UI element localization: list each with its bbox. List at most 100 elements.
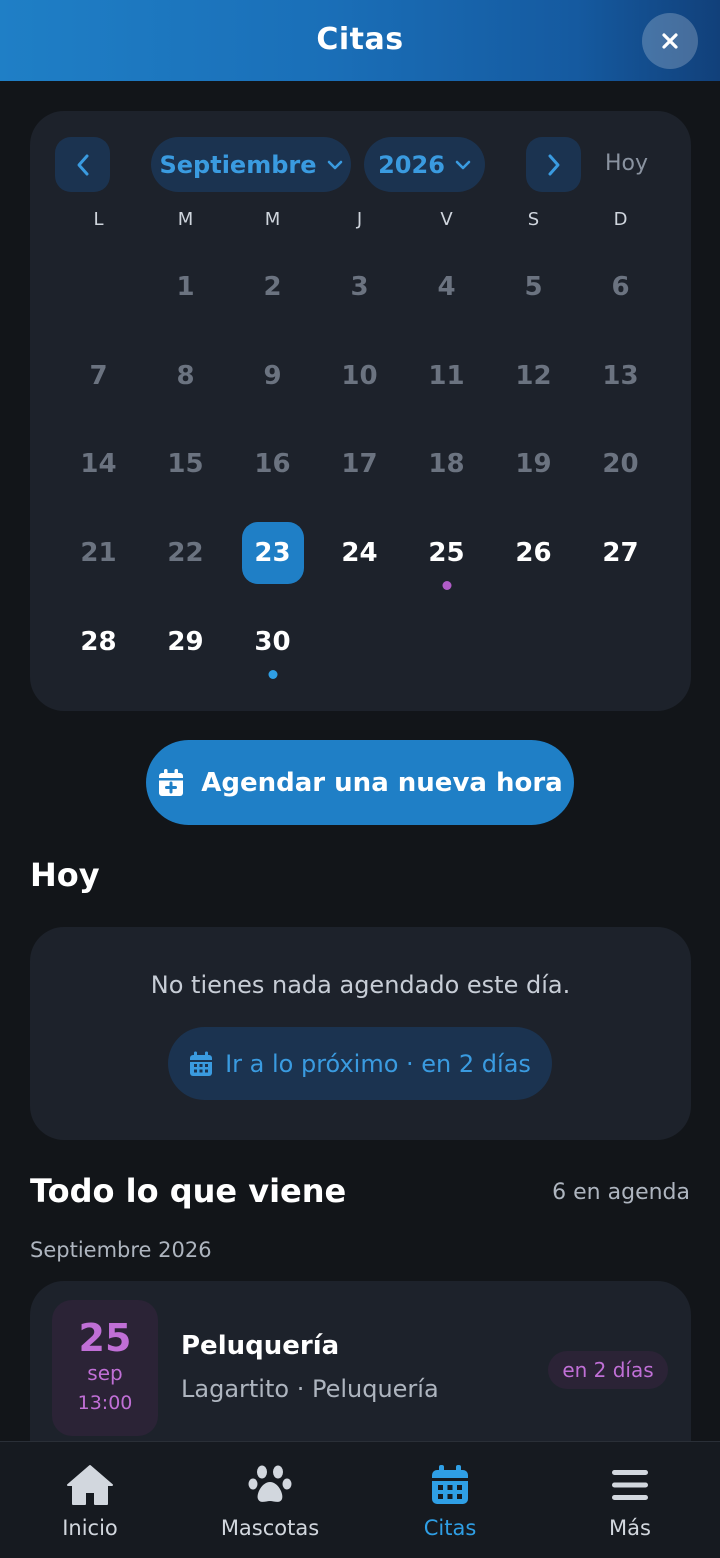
calendar-day[interactable]: 22	[142, 509, 229, 598]
calendar-day-number: 17	[341, 449, 378, 480]
page-title: Citas	[316, 22, 404, 57]
close-button[interactable]	[642, 13, 698, 69]
calendar-day-number: 4	[437, 272, 456, 303]
calendar-day[interactable]: 4	[403, 243, 490, 332]
calendar-day[interactable]: 3	[316, 243, 403, 332]
app-header: Citas	[0, 0, 720, 81]
nav-item-inicio[interactable]: Inicio	[0, 1442, 180, 1558]
appointment-relative-badge: en 2 días	[548, 1351, 668, 1389]
appointment-indicator-dot	[442, 581, 451, 591]
calendar-day[interactable]: 18	[403, 420, 490, 509]
calendar-day-number: 3	[350, 272, 369, 303]
calendar-day[interactable]: 19	[490, 420, 577, 509]
go-to-next-label: Ir a lo próximo · en 2 días	[225, 1049, 531, 1078]
calendar-day[interactable]: 9	[229, 332, 316, 421]
upcoming-month-label: Septiembre 2026	[30, 1238, 212, 1262]
nav-item-mas[interactable]: Más	[540, 1442, 720, 1558]
upcoming-section-title: Todo lo que viene	[30, 1172, 347, 1210]
calendar-day[interactable]: 25	[403, 509, 490, 598]
weekday-label: V	[440, 209, 453, 230]
calendar-day[interactable]: 17	[316, 420, 403, 509]
calendar-day[interactable]: 11	[403, 332, 490, 421]
calendar-day[interactable]: 27	[577, 509, 664, 598]
nav-label: Citas	[423, 1516, 477, 1540]
appointment-month: sep	[87, 1361, 123, 1385]
calendar-day-number: 9	[263, 360, 282, 391]
calendar-day-number: 20	[602, 449, 639, 480]
calendar-day-number: 23	[254, 538, 291, 569]
calendar-day[interactable]: 24	[316, 509, 403, 598]
calendar-day[interactable]: 30	[229, 597, 316, 686]
nav-label: Mascotas	[220, 1516, 320, 1540]
paw-icon	[248, 1465, 292, 1502]
chevron-down-icon	[455, 160, 471, 169]
appointment-indicator-dot	[268, 669, 277, 679]
calendar-day[interactable]: 5	[490, 243, 577, 332]
calendar-day[interactable]: 7	[55, 332, 142, 421]
calendar-day[interactable]: 1	[142, 243, 229, 332]
calendar-day[interactable]: 14	[55, 420, 142, 509]
schedule-new-appointment-button[interactable]: Agendar una nueva hora	[146, 740, 574, 825]
calendar-day-number: 14	[80, 449, 117, 480]
calendar-day-number: 21	[80, 538, 117, 569]
calendar-day[interactable]: 15	[142, 420, 229, 509]
month-selector-label: Septiembre	[159, 150, 317, 179]
go-to-next-button[interactable]: Ir a lo próximo · en 2 días	[168, 1027, 552, 1100]
calendar-day[interactable]: 28	[55, 597, 142, 686]
weekday-label: D	[613, 209, 628, 230]
calendar-day-number: 22	[167, 538, 204, 569]
calendar-day-number: 2	[263, 272, 282, 303]
nav-label: Más	[609, 1516, 651, 1540]
nav-item-mascotas[interactable]: Mascotas	[180, 1442, 360, 1558]
nav-item-citas[interactable]: Citas	[360, 1442, 540, 1558]
schedule-button-label: Agendar una nueva hora	[201, 767, 563, 798]
calendar-day-number: 25	[428, 538, 465, 569]
appointment-date-box: 25 sep 13:00	[52, 1300, 158, 1436]
calendar-day-number: 6	[611, 272, 630, 303]
calendar-day[interactable]: 6	[577, 243, 664, 332]
citas-screen: Citas Septiembre 2026 Hoy L M M J V S D …	[0, 0, 720, 1558]
calendar-day[interactable]: 16	[229, 420, 316, 509]
calendar-day-number: 19	[515, 449, 552, 480]
chevron-right-icon	[548, 154, 559, 175]
year-selector-label: 2026	[378, 150, 445, 179]
appointment-title: Peluquería	[181, 1331, 340, 1361]
weekday-label: L	[93, 209, 104, 230]
calendar-icon	[190, 1051, 213, 1076]
calendar-day-number: 12	[515, 360, 552, 391]
year-selector[interactable]: 2026	[364, 137, 485, 192]
today-link[interactable]: Hoy	[605, 151, 648, 176]
calendar-day-number: 7	[89, 360, 108, 391]
appointment-time: 13:00	[77, 1392, 133, 1414]
calendar-icon	[432, 1465, 468, 1504]
chevron-down-icon	[327, 160, 342, 169]
calendar-plus-icon	[159, 768, 184, 796]
appointment-day: 25	[78, 1316, 132, 1360]
prev-month-button[interactable]	[55, 137, 110, 192]
calendar-day[interactable]: 8	[142, 332, 229, 421]
calendar-day-number: 10	[341, 360, 378, 391]
calendar-day[interactable]: 26	[490, 509, 577, 598]
calendar-day[interactable]: 13	[577, 332, 664, 421]
home-icon	[67, 1465, 113, 1505]
agenda-count: 6 en agenda	[552, 1180, 690, 1205]
calendar-day-number: 28	[80, 626, 117, 657]
calendar-day[interactable]: 29	[142, 597, 229, 686]
chevron-left-icon	[77, 154, 88, 175]
today-empty-card: No tienes nada agendado este día. Ir a l…	[30, 927, 691, 1140]
menu-icon	[612, 1470, 648, 1500]
today-section-title: Hoy	[30, 856, 100, 894]
nav-label: Inicio	[62, 1516, 118, 1540]
calendar-day[interactable]: 2	[229, 243, 316, 332]
calendar-day[interactable]: 20	[577, 420, 664, 509]
calendar-day-number: 15	[167, 449, 204, 480]
calendar-day[interactable]: 21	[55, 509, 142, 598]
weekday-label: M	[177, 209, 194, 230]
next-month-button[interactable]	[526, 137, 581, 192]
calendar-day-selected[interactable]: 23	[229, 509, 316, 598]
month-selector[interactable]: Septiembre	[151, 137, 351, 192]
appointment-subtitle: Lagartito · Peluquería	[181, 1375, 439, 1403]
calendar-day[interactable]: 10	[316, 332, 403, 421]
bottom-nav: Inicio Mascotas Citas Más	[0, 1441, 720, 1558]
calendar-day[interactable]: 12	[490, 332, 577, 421]
